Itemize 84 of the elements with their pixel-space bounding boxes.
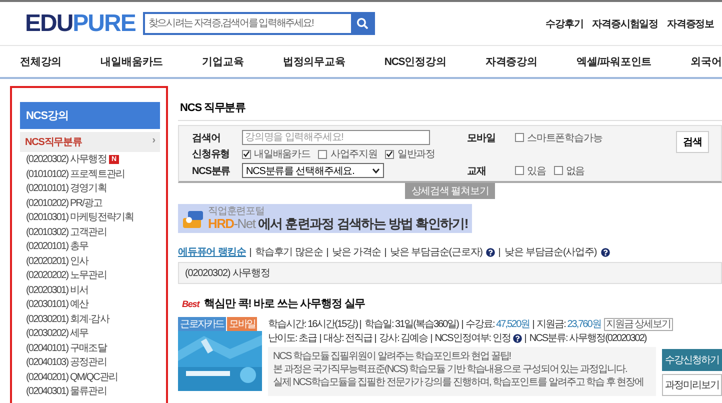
preview-button[interactable]: 과정미리보기 — [662, 374, 722, 396]
sort-option[interactable]: 낮은 부담금순(근로자) — [390, 245, 482, 259]
section-title: NCS 직무분류 — [178, 100, 722, 121]
nav-item[interactable]: 기업교육 — [202, 54, 244, 68]
nav-item[interactable]: 내일배움카드 — [100, 54, 164, 68]
description-line: 본 과정은 국가직무능력표준(NCS) 학습모듈 기반 학습내용으로 구성되어 있는 과정입니다. — [273, 363, 628, 376]
description-line: 실제 NCS학습모듈을 집필한 전문가가 강의를 진행하며, 학습포인트를 알려주고 학습 후 현장에 — [273, 376, 645, 389]
course-info: 학습일: 31일(복습360일) — [364, 318, 458, 331]
nav-item[interactable]: NCS인정강의 — [384, 54, 446, 68]
ticket-icon — [182, 208, 204, 228]
category-box: (02020302) 사무행정 — [178, 262, 722, 284]
sort-option[interactable]: 에듀퓨어 랭킹순 — [178, 245, 246, 259]
checkbox[interactable]: 없음 — [554, 164, 585, 178]
chevron-icon: › — [152, 135, 155, 149]
logo[interactable]: EDUPURE — [25, 10, 136, 38]
nav-item[interactable]: 전체강의 — [20, 54, 62, 68]
course-tag: 근로자카드 — [178, 317, 226, 331]
checkbox[interactable]: 스마트폰학습가능 — [515, 130, 602, 144]
checkbox[interactable]: 있음 — [515, 164, 546, 178]
nav-item[interactable]: 외국어 — [690, 54, 722, 68]
sidebar-item[interactable]: (02030202) 세무 — [20, 326, 160, 340]
course-info: 수강료: 47,520원 — [466, 318, 530, 331]
nav-item[interactable]: 엑셀/파워포인트 — [576, 54, 652, 68]
course-info: NCS인정여부: 인정 — [434, 332, 510, 345]
ncs-select[interactable]: NCS분류를 선택해주세요. — [242, 163, 384, 178]
sort-option[interactable]: 학습후기 많은순 — [254, 245, 323, 259]
sidebar-item[interactable]: (02040101) 구매조달 — [20, 340, 160, 355]
sidebar-item[interactable]: (02030101) 예산 — [20, 297, 160, 312]
header-link[interactable]: 수강후기 — [546, 16, 584, 30]
search-button[interactable]: 검색 — [676, 131, 709, 153]
sidebar-item[interactable]: (02020202) 노무관리 — [20, 268, 160, 282]
category-item[interactable]: NCS직무분류 › — [20, 132, 160, 152]
sidebar-title: NCS강의 — [20, 102, 160, 129]
help-icon[interactable] — [486, 248, 496, 256]
help-icon[interactable] — [600, 248, 610, 256]
description-line: NCS 학습모듈 집필위원이 알려주는 학습포인트와 현업 꿀팁! — [273, 350, 512, 363]
course-info: 학습시간: 16시간(15강) — [268, 318, 358, 331]
search-icon — [356, 18, 368, 29]
hrd-banner[interactable]: 직업훈련포털 HRD-Net 에서 훈련과정 검색하는 방법 확인하기! — [178, 204, 472, 233]
sidebar-item[interactable]: (02010202) PR/광고 — [20, 196, 160, 210]
course-title[interactable]: 핵심만 콕! 바로 쓰는 사무행정 실무 — [204, 296, 366, 311]
sidebar-item[interactable]: (02040301) 물류관리 — [20, 384, 160, 398]
enroll-button[interactable]: 수강신청하기 — [662, 349, 722, 371]
header-link[interactable]: 자격증정보 — [666, 16, 714, 30]
detail-button[interactable]: 지원금 상세보기 — [604, 318, 673, 330]
sidebar-item[interactable]: (02010101) 경영기획 — [20, 181, 160, 196]
sidebar-item[interactable]: (02040103) 공정관리 — [20, 355, 160, 370]
sidebar-item[interactable]: (02020101) 총무 — [20, 239, 160, 254]
help-icon[interactable] — [513, 334, 522, 342]
caret-icon — [372, 168, 380, 174]
course-info: NCS분류: 사무행정(02020302) — [529, 332, 646, 345]
nav-item[interactable]: 자격증강의 — [485, 54, 538, 68]
course-info: 대상: 전직급 — [324, 332, 372, 345]
course-info: 난이도: 초급 — [268, 332, 317, 345]
course-info: 강사: 김예승 — [379, 332, 428, 345]
sidebar-item[interactable]: (02030201) 회계·감사 — [20, 312, 160, 326]
checkbox[interactable]: 사업주지원 — [318, 147, 378, 161]
checkbox[interactable]: 내일배움카드 — [242, 147, 310, 161]
checkbox[interactable]: 일반과정 — [385, 147, 436, 161]
banner-text: HRD-Net 에서 훈련과정 검색하는 방법 확인하기! — [208, 217, 468, 230]
course-info: 지원금: 23,760원 — [536, 318, 601, 331]
checkmark-icon — [243, 150, 250, 158]
sidebar-item[interactable]: (02020201) 인사 — [20, 254, 160, 268]
search-bar[interactable]: 찾으시려는 자격증,검색어를 입력해주세요! — [143, 12, 376, 35]
course-tag: 모바일 — [227, 317, 258, 331]
search-button[interactable] — [351, 14, 374, 33]
header-link[interactable]: 자격증시험일정 — [592, 16, 658, 30]
keyword-field[interactable]: 강의명을 입력해주세요! — [242, 130, 430, 145]
field-label: 교재 — [467, 164, 487, 178]
sort-option[interactable]: 낮은 가격순 — [332, 245, 382, 259]
field-label: 신청유형 — [192, 148, 231, 161]
best-label: Best — [182, 298, 200, 308]
checkmark-icon — [386, 150, 394, 158]
sidebar-item[interactable]: (02010301) 마케팅전략기획 — [20, 210, 160, 224]
field-label: 검색어 — [192, 132, 222, 144]
field-label: 모바일 — [467, 132, 496, 144]
sidebar-item[interactable]: (02020301) 비서 — [20, 282, 160, 297]
field-label: NCS분류 — [192, 164, 232, 178]
sidebar-item[interactable]: (01010102) 프로젝트관리 — [20, 166, 160, 181]
sort-option[interactable]: 낮은 부담금순(사업주) — [504, 245, 597, 259]
banner-caption: 직업훈련포털 — [208, 207, 266, 217]
sidebar-item[interactable]: (02010302) 고객관리 — [20, 224, 160, 239]
sidebar-item[interactable]: (02040201) QM/QC관리 — [20, 370, 160, 384]
nav-item[interactable]: 법정의무교육 — [282, 54, 346, 68]
